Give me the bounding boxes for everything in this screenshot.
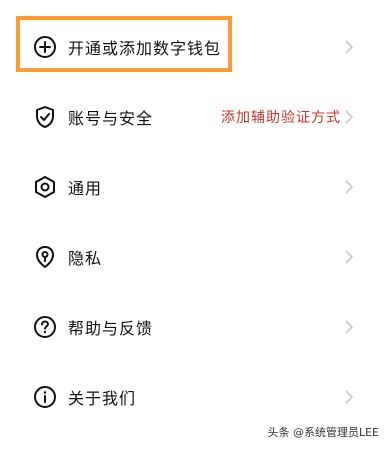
menu-item-digital-wallet[interactable]: 开通或添加数字钱包 [0, 12, 387, 82]
chevron-right-icon [343, 179, 355, 195]
chevron-right-icon [343, 389, 355, 405]
chevron-right-icon [343, 249, 355, 265]
privacy-lock-icon [33, 245, 57, 269]
settings-menu: 开通或添加数字钱包 账号与安全 添加辅助验证方式 通用 隐私 帮助与反馈 关于我… [0, 0, 387, 450]
menu-item-account-security[interactable]: 账号与安全 添加辅助验证方式 [0, 82, 387, 152]
menu-item-about-us[interactable]: 关于我们 [0, 362, 387, 432]
question-circle-icon [33, 315, 57, 339]
menu-item-label: 隐私 [68, 249, 103, 268]
menu-item-label: 账号与安全 [68, 109, 154, 128]
chevron-right-icon [343, 109, 355, 125]
add-verification-hint[interactable]: 添加辅助验证方式 [221, 107, 341, 127]
menu-item-label: 开通或添加数字钱包 [68, 39, 222, 58]
chevron-right-icon [343, 39, 355, 55]
hexagon-gear-icon [33, 175, 57, 199]
menu-item-help-feedback[interactable]: 帮助与反馈 [0, 292, 387, 362]
chevron-right-icon [343, 319, 355, 335]
menu-item-label: 通用 [68, 179, 103, 198]
plus-circle-icon [33, 35, 57, 59]
info-circle-icon [33, 385, 57, 409]
shield-check-icon [33, 105, 57, 129]
menu-item-privacy[interactable]: 隐私 [0, 222, 387, 292]
menu-item-label: 关于我们 [68, 389, 137, 408]
watermark: 头条 @系统管理员LEE [267, 426, 379, 439]
menu-item-label: 帮助与反馈 [68, 319, 154, 338]
menu-item-general[interactable]: 通用 [0, 152, 387, 222]
